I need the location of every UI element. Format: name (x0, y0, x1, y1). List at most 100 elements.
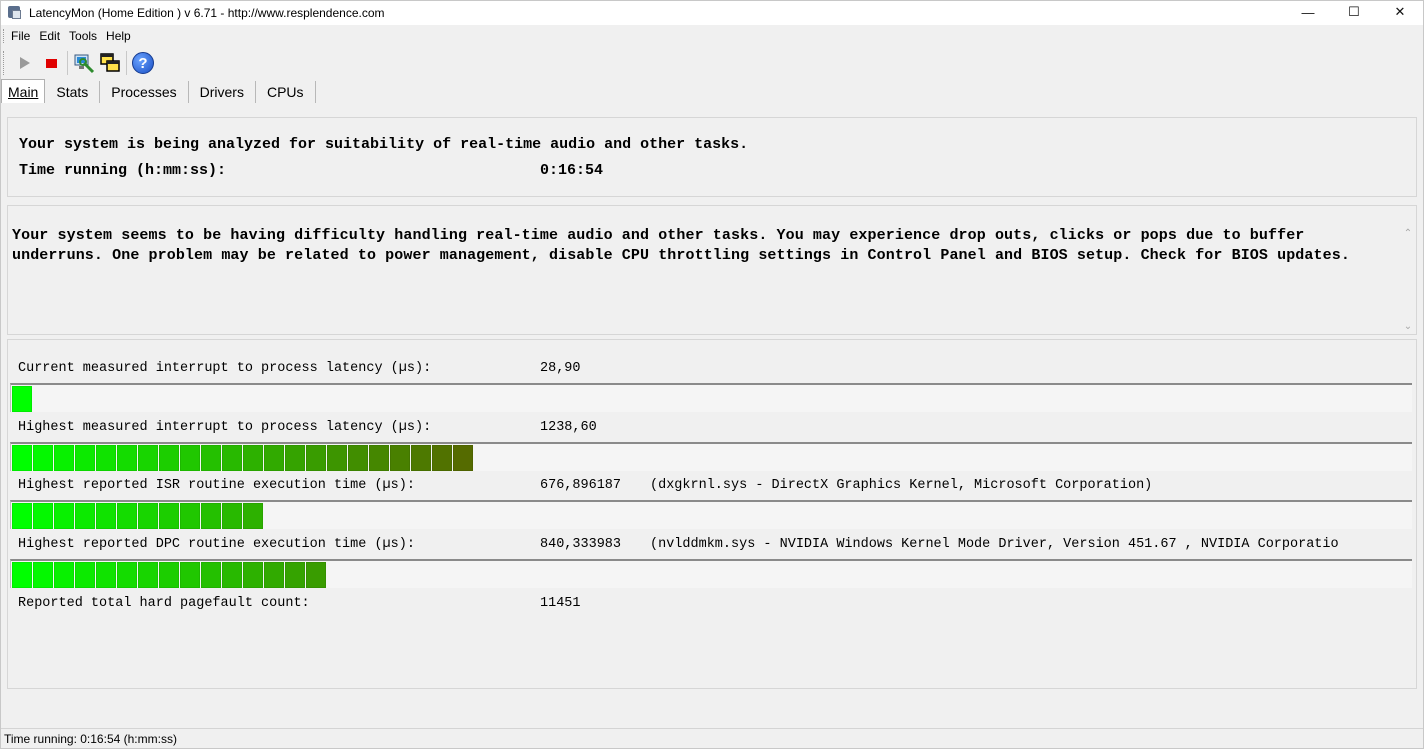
toolbar-separator (67, 51, 68, 75)
current-latency-bar-fill (12, 386, 33, 412)
isr-time-bar-fill (12, 503, 264, 529)
bar-segment (75, 562, 95, 588)
bar-segment (285, 562, 305, 588)
bar-segment (180, 445, 200, 471)
pagefault-value: 11451 (540, 596, 581, 611)
bar-segment (75, 503, 95, 529)
bar-segment (411, 445, 431, 471)
toolbar: ? (1, 48, 1423, 78)
help-icon: ? (132, 52, 154, 74)
stop-button[interactable] (38, 50, 64, 76)
play-icon (20, 57, 30, 69)
bar-segment (264, 445, 284, 471)
menu-bar: File Edit Tools Help (1, 27, 1423, 45)
menu-grip (3, 29, 6, 43)
dpc-driver-info: (nvlddmkm.sys - NVIDIA Windows Kernel Mo… (650, 537, 1339, 552)
start-button[interactable] (12, 50, 38, 76)
dpc-time-value: 840,333983 (540, 537, 622, 552)
conclusion-panel: Your system seems to be having difficult… (7, 205, 1417, 335)
windows-button[interactable] (97, 50, 123, 76)
toolbar-separator-2 (126, 51, 127, 75)
highest-latency-bar-fill (12, 445, 474, 471)
tab-drivers[interactable]: Drivers (189, 81, 256, 103)
bar-segment (369, 445, 389, 471)
bar-segment (117, 503, 137, 529)
bar-segment (159, 503, 179, 529)
analysis-status-text: Your system is being analyzed for suitab… (19, 136, 749, 153)
close-button[interactable]: ✕ (1377, 1, 1423, 23)
bar-segment (96, 503, 116, 529)
scroll-up-icon[interactable]: ⌃ (1403, 228, 1413, 239)
tab-strip: Main Stats Processes Drivers CPUs (1, 79, 1423, 103)
bar-segment (33, 445, 53, 471)
stop-icon (45, 58, 57, 68)
bar-segment (138, 562, 158, 588)
tab-cpus[interactable]: CPUs (256, 81, 316, 103)
tab-stats[interactable]: Stats (45, 81, 101, 103)
isr-time-bar (10, 500, 1412, 529)
menu-help[interactable]: Help (106, 29, 131, 43)
window-title: LatencyMon (Home Edition ) v 6.71 - http… (29, 6, 385, 20)
bar-segment (390, 445, 410, 471)
bar-segment (348, 445, 368, 471)
bar-segment (453, 445, 473, 471)
current-latency-label: Current measured interrupt to process la… (18, 361, 432, 376)
menu-edit[interactable]: Edit (39, 29, 60, 43)
bar-segment (54, 445, 74, 471)
tab-main[interactable]: Main (1, 79, 46, 103)
help-button[interactable]: ? (130, 50, 156, 76)
dpc-time-bar-fill (12, 562, 327, 588)
bar-segment (33, 503, 53, 529)
pagefault-label: Reported total hard pagefault count: (18, 596, 310, 611)
isr-time-value: 676,896187 (540, 478, 622, 493)
app-icon (7, 5, 23, 21)
bar-segment (138, 445, 158, 471)
bar-segment (117, 445, 137, 471)
latencymon-window: LatencyMon (Home Edition ) v 6.71 - http… (0, 0, 1424, 749)
bar-segment (12, 503, 32, 529)
current-latency-value: 28,90 (540, 361, 581, 376)
bar-segment (12, 386, 32, 412)
menu-tools[interactable]: Tools (69, 29, 97, 43)
analyze-button[interactable] (71, 50, 97, 76)
bar-segment (117, 562, 137, 588)
bar-segment (264, 562, 284, 588)
isr-driver-info: (dxgkrnl.sys - DirectX Graphics Kernel, … (650, 478, 1153, 493)
time-running-label: Time running (h:mm:ss): (19, 162, 227, 179)
highest-latency-label: Highest measured interrupt to process la… (18, 420, 432, 435)
bar-segment (306, 445, 326, 471)
scroll-down-icon[interactable]: ⌄ (1403, 321, 1413, 332)
bar-segment (432, 445, 452, 471)
highest-latency-bar (10, 442, 1412, 471)
status-bar-text: Time running: 0:16:54 (h:mm:ss) (4, 731, 177, 746)
menu-file[interactable]: File (11, 29, 30, 43)
bar-segment (243, 562, 263, 588)
bar-segment (327, 445, 347, 471)
conclusion-scrollbar[interactable]: ⌃ ⌄ (1400, 206, 1416, 334)
windows-icon (100, 53, 120, 72)
bar-segment (306, 562, 326, 588)
bar-segment (243, 503, 263, 529)
bar-segment (159, 562, 179, 588)
conclusion-text: Your system seems to be having difficult… (12, 227, 1350, 264)
bar-segment (12, 562, 32, 588)
bar-segment (180, 503, 200, 529)
title-bar: LatencyMon (Home Edition ) v 6.71 - http… (1, 1, 1423, 25)
dpc-time-label: Highest reported DPC routine execution t… (18, 537, 415, 552)
minimize-button[interactable]: — (1285, 1, 1331, 23)
bar-segment (33, 562, 53, 588)
status-bar: Time running: 0:16:54 (h:mm:ss) (1, 728, 1423, 748)
bar-segment (222, 562, 242, 588)
toolbar-grip (3, 51, 6, 75)
isr-time-label: Highest reported ISR routine execution t… (18, 478, 415, 493)
highest-latency-value: 1238,60 (540, 420, 597, 435)
bar-segment (201, 445, 221, 471)
bar-segment (75, 445, 95, 471)
bar-segment (222, 503, 242, 529)
analyze-icon (74, 54, 95, 74)
maximize-button[interactable]: ☐ (1331, 1, 1377, 23)
bar-segment (54, 562, 74, 588)
bar-segment (222, 445, 242, 471)
bar-segment (54, 503, 74, 529)
tab-processes[interactable]: Processes (100, 81, 189, 103)
